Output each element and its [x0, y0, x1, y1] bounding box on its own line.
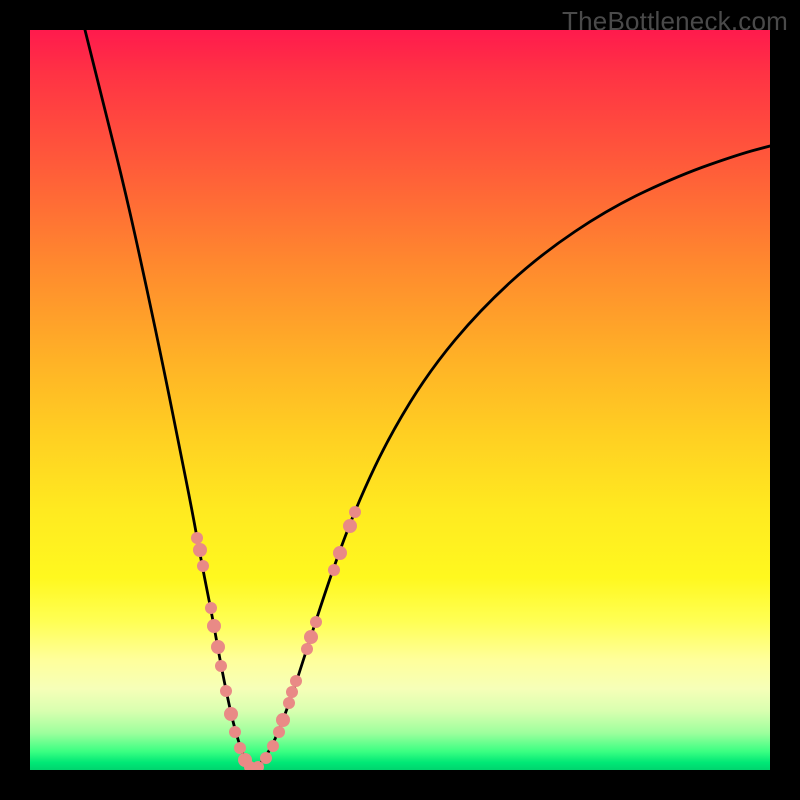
bead-marker — [304, 630, 318, 644]
plot-area — [30, 30, 770, 770]
bead-marker — [286, 686, 298, 698]
bead-marker — [267, 740, 279, 752]
bead-marker — [215, 660, 227, 672]
bead-marker — [310, 616, 322, 628]
bead-marker — [349, 506, 361, 518]
bead-marker — [273, 726, 285, 738]
bead-marker — [343, 519, 357, 533]
bead-marker — [207, 619, 221, 633]
bead-marker — [191, 532, 203, 544]
bead-marker — [301, 643, 313, 655]
bead-marker — [193, 543, 207, 557]
bead-marker — [333, 546, 347, 560]
bead-marker — [220, 685, 232, 697]
bottleneck-curve — [85, 30, 770, 766]
bead-marker — [211, 640, 225, 654]
bead-marker — [205, 602, 217, 614]
bead-marker — [224, 707, 238, 721]
bead-marker — [283, 697, 295, 709]
bead-marker — [328, 564, 340, 576]
bead-marker — [290, 675, 302, 687]
bead-marker — [229, 726, 241, 738]
bottleneck-curve-svg — [30, 30, 770, 770]
outer-frame: TheBottleneck.com — [0, 0, 800, 800]
bead-marker — [260, 752, 272, 764]
bead-marker — [197, 560, 209, 572]
bead-marker — [276, 713, 290, 727]
bead-marker — [234, 742, 246, 754]
